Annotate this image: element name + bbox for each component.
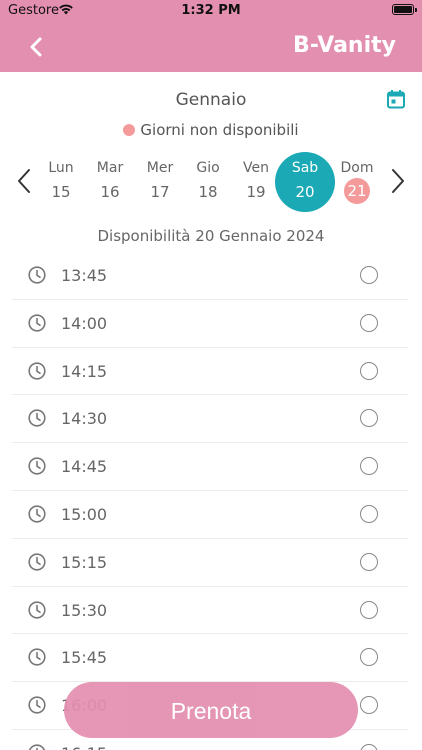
slot-time: 13:45: [61, 266, 108, 285]
slot-time: 16:15: [61, 744, 107, 750]
day-name: Dom: [340, 160, 374, 176]
clock-icon: [28, 361, 46, 380]
screen: Gestore 1:32 PM B-Vanity Gennaio Giorni …: [0, 0, 422, 750]
book-button[interactable]: Prenota: [64, 682, 358, 738]
battery-icon: [392, 4, 417, 15]
slot-radio[interactable]: [360, 504, 378, 523]
slot-time: 15:45: [61, 648, 108, 668]
clock-icon: [28, 457, 46, 475]
slot-radio[interactable]: [360, 409, 378, 428]
time-slot-row[interactable]: 14:45: [12, 443, 408, 491]
unavailable-dot: [123, 124, 136, 136]
clock-icon: [28, 553, 46, 571]
clock-icon: [28, 744, 46, 750]
clock-icon: [28, 505, 46, 523]
slot-radio[interactable]: [360, 266, 378, 284]
slot-radio[interactable]: [360, 457, 378, 476]
slot-radio[interactable]: [360, 313, 378, 332]
time-slot-row[interactable]: 14:00: [12, 300, 408, 348]
day-number: 20: [295, 183, 315, 201]
clock-icon: [28, 696, 46, 714]
legend-label: Giorni non disponibili: [140, 121, 299, 139]
legend: Giorni non disponibili: [0, 121, 422, 139]
slot-time: 15:15: [61, 552, 108, 572]
clock-label: 1:32 PM: [181, 3, 241, 18]
day-number: 21: [344, 178, 370, 204]
time-slot-row[interactable]: 13:45: [12, 252, 408, 300]
slot-time: 14:45: [61, 457, 108, 477]
slot-list: 13:45 14:00 14:15 14:30 14:45 15:00 15:15 15:30…: [12, 252, 408, 750]
slot-time: 15:00: [61, 504, 108, 524]
slot-radio[interactable]: [360, 361, 378, 380]
slot-radio[interactable]: [360, 696, 378, 715]
app-title: B-Vanity: [292, 33, 396, 58]
time-slot-row[interactable]: 14:15: [12, 348, 408, 396]
time-slot-row[interactable]: 15:45: [12, 634, 408, 683]
clock-icon: [28, 648, 46, 666]
clock-icon: [28, 409, 46, 427]
slot-time: 14:15: [61, 361, 108, 381]
day-sat-selected[interactable]: Sab 20: [275, 152, 335, 212]
day-name: Sab: [291, 160, 319, 176]
slot-radio[interactable]: [360, 552, 378, 571]
clock-icon: [28, 266, 46, 284]
time-slot-row[interactable]: 14:30: [12, 395, 408, 444]
time-slot-row[interactable]: 15:30: [12, 587, 408, 635]
next-week-button[interactable]: [388, 167, 408, 195]
availability-label: Disponibilità 20 Gennaio 2024: [97, 227, 325, 245]
time-slot-row[interactable]: 15:00: [12, 491, 408, 539]
day-sun-unavailable[interactable]: Dom 21: [327, 152, 387, 212]
back-button[interactable]: [22, 34, 50, 60]
calendar-icon[interactable]: [386, 89, 406, 109]
nav-bar: B-Vanity: [0, 22, 422, 72]
slot-time: 14:00: [61, 313, 108, 333]
slot-radio[interactable]: [360, 600, 378, 619]
slot-radio[interactable]: [360, 743, 378, 750]
clock-icon: [28, 314, 46, 332]
slot-radio[interactable]: [360, 648, 378, 667]
slot-time: 15:30: [61, 600, 108, 620]
clock-icon: [28, 600, 46, 619]
month-title: Gennaio: [175, 90, 247, 110]
status-bar: Gestore 1:32 PM: [0, 0, 422, 22]
time-slot-row[interactable]: 15:15: [12, 539, 408, 587]
slot-time: 14:30: [61, 409, 108, 429]
